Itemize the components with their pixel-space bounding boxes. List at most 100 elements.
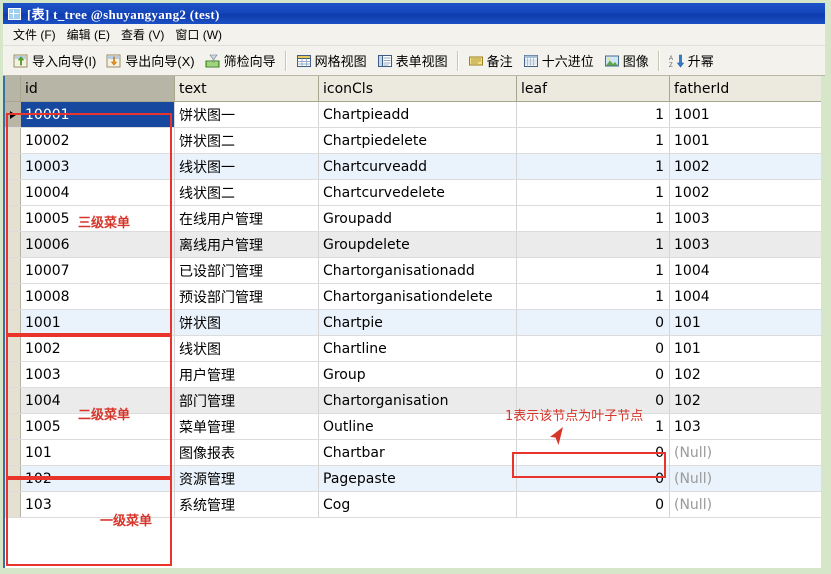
filter-wizard-button[interactable]: 筛检向导 bbox=[200, 49, 281, 73]
table-row[interactable]: 1005 菜单管理 Outline 1 103 bbox=[5, 414, 823, 440]
cell-id[interactable]: 1003 bbox=[21, 362, 175, 387]
sort-ascending-button[interactable]: A Z 升幂 bbox=[664, 49, 719, 73]
cell-fatherid[interactable]: 1003 bbox=[670, 232, 822, 257]
cell-fatherid[interactable]: 1002 bbox=[670, 180, 822, 205]
cell-id[interactable]: 10008 bbox=[21, 284, 175, 309]
cell-id[interactable]: 10005 bbox=[21, 206, 175, 231]
row-gutter[interactable] bbox=[5, 388, 21, 413]
cell-leaf[interactable]: 0 bbox=[517, 336, 670, 361]
memo-button[interactable]: 备注 bbox=[463, 49, 518, 73]
cell-text[interactable]: 在线用户管理 bbox=[175, 206, 319, 231]
cell-fatherid[interactable]: 1001 bbox=[670, 102, 822, 127]
table-row[interactable]: 10007 已设部门管理 Chartorganisationadd 1 1004 bbox=[5, 258, 823, 284]
menu-window[interactable]: 窗口 (W) bbox=[173, 24, 231, 45]
column-header-id[interactable]: id bbox=[21, 76, 175, 101]
cell-fatherid[interactable]: 102 bbox=[670, 388, 822, 413]
cell-id[interactable]: 1004 bbox=[21, 388, 175, 413]
cell-leaf[interactable]: 1 bbox=[517, 258, 670, 283]
cell-leaf[interactable]: 1 bbox=[517, 154, 670, 179]
column-header-fatherid[interactable]: fatherId bbox=[670, 76, 822, 101]
cell-leaf[interactable]: 0 bbox=[517, 440, 670, 465]
row-gutter[interactable] bbox=[5, 440, 21, 465]
cell-iconcls[interactable]: Chartpie bbox=[319, 310, 517, 335]
cell-leaf[interactable]: 0 bbox=[517, 362, 670, 387]
table-row[interactable]: 10006 离线用户管理 Groupdelete 1 1003 bbox=[5, 232, 823, 258]
cell-id[interactable]: 1005 bbox=[21, 414, 175, 439]
row-gutter[interactable] bbox=[5, 128, 21, 153]
cell-text[interactable]: 饼状图 bbox=[175, 310, 319, 335]
table-row[interactable]: 1003 用户管理 Group 0 102 bbox=[5, 362, 823, 388]
row-gutter[interactable] bbox=[5, 154, 21, 179]
row-gutter[interactable] bbox=[5, 336, 21, 361]
cell-id[interactable]: 1002 bbox=[21, 336, 175, 361]
cell-text[interactable]: 已设部门管理 bbox=[175, 258, 319, 283]
cell-fatherid[interactable]: 1003 bbox=[670, 206, 822, 231]
table-row[interactable]: 10003 线状图一 Chartcurveadd 1 1002 bbox=[5, 154, 823, 180]
cell-fatherid[interactable]: 101 bbox=[670, 336, 822, 361]
menu-edit[interactable]: 编辑 (E) bbox=[65, 24, 119, 45]
cell-text[interactable]: 饼状图一 bbox=[175, 102, 319, 127]
cell-iconcls[interactable]: Group bbox=[319, 362, 517, 387]
table-row[interactable]: 10004 线状图二 Chartcurvedelete 1 1002 bbox=[5, 180, 823, 206]
cell-leaf[interactable]: 1 bbox=[517, 232, 670, 257]
row-gutter[interactable] bbox=[5, 492, 21, 517]
cell-id[interactable]: 10004 bbox=[21, 180, 175, 205]
cell-id[interactable]: 1001 bbox=[21, 310, 175, 335]
cell-id[interactable]: 10001 bbox=[21, 102, 175, 127]
cell-iconcls[interactable]: Chartcurveadd bbox=[319, 154, 517, 179]
cell-iconcls[interactable]: Groupdelete bbox=[319, 232, 517, 257]
column-header-text[interactable]: text bbox=[175, 76, 319, 101]
column-header-iconcls[interactable]: iconCls bbox=[319, 76, 517, 101]
row-gutter[interactable] bbox=[5, 258, 21, 283]
cell-iconcls[interactable]: Outline bbox=[319, 414, 517, 439]
row-gutter[interactable] bbox=[5, 102, 21, 127]
cell-iconcls[interactable]: Cog bbox=[319, 492, 517, 517]
cell-leaf[interactable]: 0 bbox=[517, 388, 670, 413]
table-row[interactable]: 10002 饼状图二 Chartpiedelete 1 1001 bbox=[5, 128, 823, 154]
row-gutter[interactable] bbox=[5, 284, 21, 309]
cell-iconcls[interactable]: Chartcurvedelete bbox=[319, 180, 517, 205]
table-row[interactable]: 10008 预设部门管理 Chartorganisationdelete 1 1004 bbox=[5, 284, 823, 310]
cell-fatherid[interactable]: 1004 bbox=[670, 258, 822, 283]
cell-text[interactable]: 系统管理 bbox=[175, 492, 319, 517]
cell-id[interactable]: 10007 bbox=[21, 258, 175, 283]
image-button[interactable]: 图像 bbox=[599, 49, 654, 73]
cell-id[interactable]: 102 bbox=[21, 466, 175, 491]
cell-text[interactable]: 线状图一 bbox=[175, 154, 319, 179]
cell-leaf[interactable]: 0 bbox=[517, 492, 670, 517]
row-gutter[interactable] bbox=[5, 206, 21, 231]
cell-iconcls[interactable]: Chartbar bbox=[319, 440, 517, 465]
cell-text[interactable]: 部门管理 bbox=[175, 388, 319, 413]
cell-iconcls[interactable]: Chartpieadd bbox=[319, 102, 517, 127]
hex-button[interactable]: 十六进位 bbox=[518, 49, 599, 73]
menu-view[interactable]: 查看 (V) bbox=[119, 24, 173, 45]
cell-text[interactable]: 预设部门管理 bbox=[175, 284, 319, 309]
cell-leaf[interactable]: 1 bbox=[517, 180, 670, 205]
export-wizard-button[interactable]: 导出向导(X) bbox=[101, 49, 199, 73]
cell-text[interactable]: 图像报表 bbox=[175, 440, 319, 465]
cell-leaf[interactable]: 1 bbox=[517, 284, 670, 309]
cell-fatherid[interactable]: 103 bbox=[670, 414, 822, 439]
table-row[interactable]: 10005 在线用户管理 Groupadd 1 1003 bbox=[5, 206, 823, 232]
cell-text[interactable]: 资源管理 bbox=[175, 466, 319, 491]
cell-fatherid[interactable]: (Null) bbox=[670, 466, 822, 491]
cell-iconcls[interactable]: Chartpiedelete bbox=[319, 128, 517, 153]
table-row[interactable]: 101 图像报表 Chartbar 0 (Null) bbox=[5, 440, 823, 466]
cell-fatherid[interactable]: 102 bbox=[670, 362, 822, 387]
cell-fatherid[interactable]: 101 bbox=[670, 310, 822, 335]
cell-iconcls[interactable]: Chartline bbox=[319, 336, 517, 361]
cell-text[interactable]: 线状图二 bbox=[175, 180, 319, 205]
data-grid[interactable]: id text iconCls leaf fatherId 10001 饼状图一 C… bbox=[3, 76, 823, 568]
row-gutter[interactable] bbox=[5, 232, 21, 257]
cell-id[interactable]: 10006 bbox=[21, 232, 175, 257]
menu-file[interactable]: 文件 (F) bbox=[11, 24, 65, 45]
cell-iconcls[interactable]: Chartorganisation bbox=[319, 388, 517, 413]
row-gutter[interactable] bbox=[5, 414, 21, 439]
table-row[interactable]: 10001 饼状图一 Chartpieadd 1 1001 bbox=[5, 102, 823, 128]
cell-iconcls[interactable]: Chartorganisationadd bbox=[319, 258, 517, 283]
cell-text[interactable]: 线状图 bbox=[175, 336, 319, 361]
cell-fatherid[interactable]: 1002 bbox=[670, 154, 822, 179]
cell-iconcls[interactable]: Chartorganisationdelete bbox=[319, 284, 517, 309]
row-gutter[interactable] bbox=[5, 466, 21, 491]
row-gutter[interactable] bbox=[5, 362, 21, 387]
